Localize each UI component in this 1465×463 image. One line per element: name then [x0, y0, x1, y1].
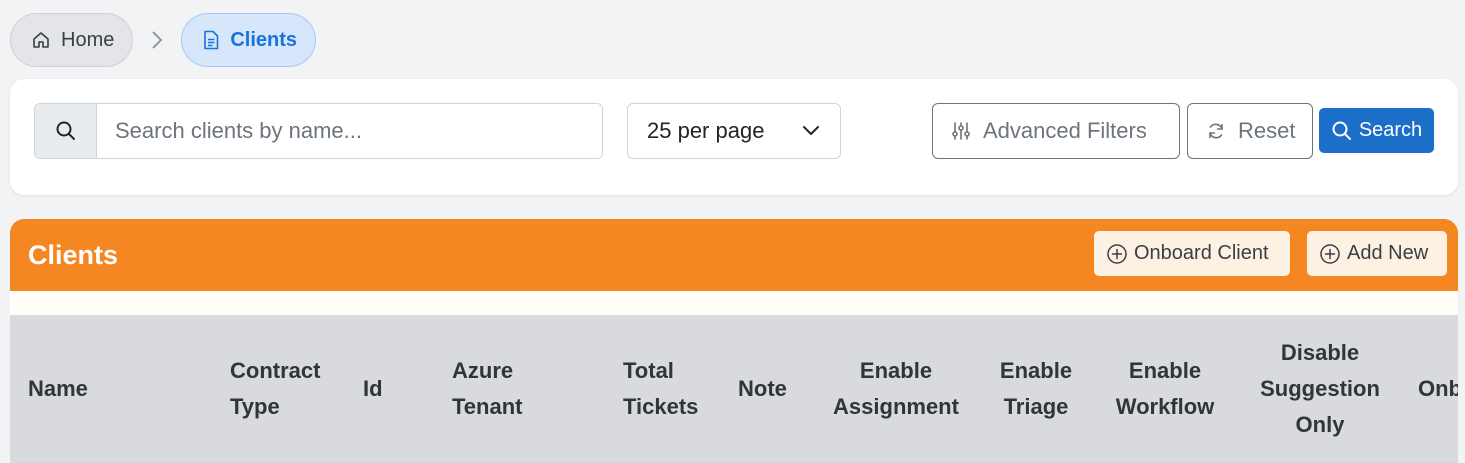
add-new-button[interactable]: Add New — [1307, 231, 1447, 276]
column-header-id[interactable]: Id — [363, 315, 383, 463]
clients-card: Clients Onboard Client Add New Name Cont… — [10, 219, 1458, 463]
search-icon — [35, 104, 97, 158]
document-icon — [202, 30, 220, 50]
search-panel: 25 per page Advanced Filters — [10, 79, 1458, 195]
column-header-total-tickets[interactable]: Total Tickets — [623, 315, 698, 463]
column-header-enable-assignment[interactable]: Enable Assignment — [828, 315, 964, 463]
advanced-filters-label: Advanced Filters — [983, 118, 1147, 143]
per-page-select[interactable]: 25 per page — [627, 103, 841, 159]
chevron-right-icon — [133, 29, 181, 51]
refresh-icon — [1206, 121, 1226, 141]
breadcrumb-clients[interactable]: Clients — [181, 13, 317, 67]
clients-header: Clients Onboard Client Add New — [10, 219, 1458, 291]
search-button[interactable]: Search — [1319, 108, 1434, 153]
search-group — [34, 103, 603, 159]
onboard-client-label: Onboard Client — [1134, 242, 1269, 264]
per-page-value: 25 per page — [647, 118, 765, 143]
breadcrumb-home[interactable]: Home — [10, 13, 134, 67]
column-header-enable-workflow[interactable]: Enable Workflow — [1106, 315, 1224, 463]
reset-button[interactable]: Reset — [1187, 103, 1313, 159]
home-icon — [31, 30, 51, 50]
clients-title: Clients — [28, 239, 119, 270]
reset-label: Reset — [1238, 118, 1296, 143]
onboard-client-button[interactable]: Onboard Client — [1094, 231, 1290, 276]
column-header-name[interactable]: Name — [28, 315, 88, 463]
column-header-note[interactable]: Note — [738, 315, 787, 463]
column-header-enable-triage[interactable]: Enable Triage — [994, 315, 1078, 463]
clients-table: Name Contract Type Id Azure Tenant Total Ti… — [10, 315, 1458, 463]
sliders-icon — [951, 121, 971, 141]
search-icon — [1331, 120, 1353, 142]
search-button-label: Search — [1358, 119, 1423, 141]
column-header-contract-type[interactable]: Contract Type — [230, 315, 320, 463]
breadcrumb-home-label: Home — [61, 28, 115, 51]
breadcrumb: Home Clients — [10, 13, 317, 67]
search-input[interactable] — [97, 104, 602, 158]
column-header-disable-suggestion-only[interactable]: Disable Suggestion Only — [1252, 315, 1388, 463]
add-new-label: Add New — [1347, 242, 1429, 264]
advanced-filters-button[interactable]: Advanced Filters — [932, 103, 1180, 159]
column-header-azure-tenant[interactable]: Azure Tenant — [452, 315, 522, 463]
breadcrumb-clients-label: Clients — [230, 28, 298, 51]
column-header-onboarded[interactable]: Onb — [1418, 315, 1458, 463]
table-header: Name Contract Type Id Azure Tenant Total Ti… — [10, 315, 1458, 463]
chevron-down-icon — [802, 125, 820, 137]
plus-circle-icon — [1106, 243, 1128, 265]
plus-circle-icon — [1319, 243, 1341, 265]
